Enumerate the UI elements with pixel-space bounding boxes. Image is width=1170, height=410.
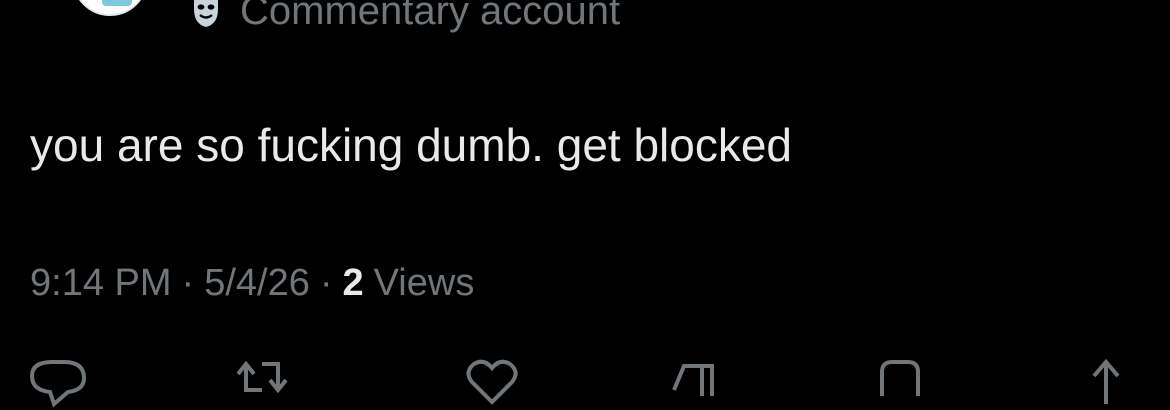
tweet-text: you are so fucking dumb. get blocked: [30, 119, 793, 171]
meta-separator: ·: [319, 262, 333, 304]
parody-mask-icon: [188, 0, 224, 29]
account-label[interactable]: Commentary account: [188, 0, 620, 36]
tweet-time[interactable]: 9:14 PM: [30, 262, 172, 305]
views-label: Views: [373, 262, 475, 304]
action-bar: [0, 350, 1170, 410]
avatar-image-detail: [102, 0, 132, 6]
like-icon[interactable]: [462, 350, 522, 410]
retweet-icon[interactable]: [232, 350, 292, 410]
bookmark-icon[interactable]: [662, 350, 722, 410]
avatar[interactable]: [72, 0, 148, 16]
share-icon[interactable]: [1076, 350, 1136, 410]
meta-separator: ·: [181, 262, 195, 304]
account-label-text: Commentary account: [240, 0, 621, 33]
bookmark-outline-icon[interactable]: [870, 350, 930, 410]
reply-icon[interactable]: [28, 350, 88, 410]
tweet-meta: 9:14 PM · 5/4/26 · 2 Views: [30, 262, 474, 305]
tweet-date[interactable]: 5/4/26: [204, 262, 310, 305]
views-count: 2: [342, 262, 364, 304]
